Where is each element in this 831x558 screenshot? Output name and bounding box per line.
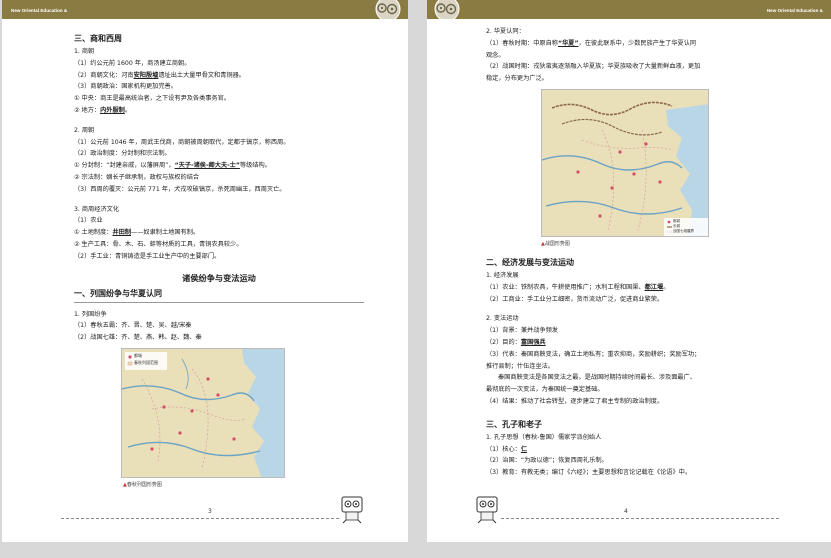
- shang-line-1: （1）约公元前 1600 年，商汤建立商朝。: [74, 59, 191, 67]
- disputes-title: 1. 列国纷争: [74, 310, 107, 318]
- shang-line-3: （3）商朝政治：国家机构更加完善。: [74, 83, 177, 91]
- zhou-line-2: （2）政治制度：分封制和宗法制。: [74, 150, 171, 158]
- page-4-text-top: 2. 华夏认同： （1）春秋时期：中原自称“华夏”，在彼此联系中，少数民族产生了…: [486, 26, 786, 85]
- map-legend-capital: 都城: [134, 353, 142, 358]
- header-bar: New Oriental Education & Technology Grou…: [2, 0, 408, 24]
- disputes-line-2: （2）战国七雄：齐、楚、燕、韩、赵、魏、秦: [74, 334, 202, 342]
- confucius-title: 1. 孔子思想（春秋-鲁国）儒家学派创始人: [486, 433, 602, 441]
- map-legend-borders: 战国七雄疆界: [673, 229, 694, 233]
- mascot-icon: [341, 496, 363, 524]
- econ-line-1: （1）农业：铁制农具，牛耕使用推广；水利工程和国渠、都江堰。: [486, 283, 670, 291]
- org-name-line2: Technology Group: [11, 18, 52, 24]
- huaxia-line-2: （2）战国时期：戎狄蛮夷逐渐融入华夏族；华夏族吸收了大量新鲜血液，更加: [486, 63, 701, 71]
- huaxia-title: 2. 华夏认同：: [486, 28, 525, 35]
- reform-line-3-cont: 推行县制；什伍连坐法。: [486, 362, 555, 370]
- org-name: New Oriental Education & Technology Grou…: [11, 2, 67, 30]
- zhou-title: 2. 周朝: [74, 126, 95, 134]
- section-title-disputes: 一、列国纷争与华夏认同: [74, 288, 162, 298]
- chapter-title: 诸侯纷争与变法运动: [182, 272, 256, 283]
- reform-line-1: （1）背景：兼并战争频发: [486, 327, 558, 335]
- reform-line-3: （3）代表：秦国商鞅变法，确立土地私有；重农抑商，奖励耕织；奖励军功；: [486, 350, 701, 358]
- section-title-confucius-laozi: 三、孔子和老子: [486, 419, 542, 429]
- confucius-line-2: （2）治国：“为政以德”；恢复西周礼乐制。: [486, 457, 608, 465]
- reform-title: 2. 变法运动: [486, 315, 519, 323]
- page-4-text-bottom: 二、经济发展与变法运动 1. 经济发展 （1）农业：铁制农具，牛耕使用推广；水利…: [486, 254, 796, 479]
- section-title-shang-zhou: 三、商和西周: [74, 34, 122, 43]
- economy-line-2: ① 土地制度：井田制——奴隶制土地国有制。: [74, 229, 200, 237]
- map-legend-states: 春秋列国范围: [134, 360, 158, 365]
- economy-line-4: （2）手工业：青铜铸造是手工业生产中的主要部门。: [74, 252, 221, 260]
- warring-states-map-drawing: [542, 90, 708, 236]
- org-name-line1: New Oriental Education &: [11, 7, 68, 13]
- page-3-text: 三、商和西周 1. 商朝 （1）约公元前 1600 年，商汤建立商朝。 （2）商…: [74, 30, 364, 344]
- econ-line-2: （2）工商业：手工业分工细密，货币流动广泛，促进商业繁荣。: [486, 295, 664, 303]
- shang-line-2: （2）商朝文化：河南安阳殷墟遗址出土大量甲骨文和青铜器。: [74, 71, 245, 79]
- page-3: New Oriental Education & Technology Grou…: [2, 0, 408, 542]
- reform-line-4-cont: 最彻底的一次变法，为秦国统一奠定基础。: [486, 386, 604, 394]
- zhou-line-5: （3）西周的覆灭：公元前 771 年，犬戎攻破镐京，杀死周幽王，西周灭亡。: [74, 185, 286, 193]
- huaxia-line-1-cont: 观念。: [486, 51, 505, 59]
- zhou-line-3: ① 分封制：“封建亲戚，以藩屏周”，“天子-诸侯-卿大夫-士”等级结构。: [74, 162, 271, 170]
- shang-line-5: ② 地方：内外服制。: [74, 106, 132, 114]
- warring-states-map: 都城 长城 战国七雄疆界: [541, 89, 709, 237]
- mascot-icon: [476, 496, 498, 524]
- spring-autumn-map: 都城 春秋列国范围: [121, 348, 285, 478]
- reform-line-2: （2）目的：富国强兵: [486, 338, 546, 346]
- shang-line-4: ① 中央：商王是最高统治者，之下设有尹及各类事务官。: [74, 95, 231, 103]
- header-bar: New Oriental Education & Technology Grou…: [427, 0, 831, 24]
- reform-line-5: （4）结果：推动了社会转型，逐步建立了君主专制的政治制度。: [486, 397, 664, 405]
- org-name-line2: Technology Group: [782, 18, 824, 24]
- page-4: New Oriental Education & Technology Grou…: [427, 0, 831, 542]
- zhou-line-4: ② 宗法制：嫡长子继承制，政权与族权的结合: [74, 173, 200, 181]
- footer-divider: [501, 518, 779, 519]
- zhou-line-1: （1）公元前 1046 年，周武王伐商，商朝被周朝取代，定都于镐京，称西周。: [74, 138, 290, 146]
- gears-logo-icon: [375, 0, 401, 19]
- reform-line-4: 秦国商鞅变法是各国变法之最，是战国时期持续时间最长、涉及面最广、: [498, 374, 696, 382]
- gears-logo-icon: [434, 0, 460, 19]
- section-divider: [74, 301, 364, 303]
- economy-line-1: （1）农业: [74, 217, 103, 225]
- map-caption: 春秋列国形势图: [123, 481, 162, 488]
- disputes-line-1: （1）春秋五霸：齐、晋、楚、吴、越/宋秦: [74, 322, 192, 330]
- section-title-economy: 二、经济发展与变法运动: [486, 258, 574, 267]
- economy-line-3: ② 生产工具：骨、木、石、蚌等材质的工具，青铜农具较少。: [74, 240, 243, 248]
- huaxia-line-2-cont: 稳定，分布更为广泛。: [486, 75, 548, 83]
- economy-title: 3. 商周经济文化: [74, 205, 119, 213]
- econ-title: 1. 经济发展: [486, 272, 519, 279]
- spring-autumn-map-drawing: [122, 349, 284, 477]
- confucius-line-3: （3）教育：有教无类；编订《六经》；主要思想和言论记载在《论语》中。: [486, 469, 692, 477]
- page-number: 4: [624, 508, 628, 515]
- footer-divider: [61, 518, 339, 519]
- page-number: 3: [208, 508, 212, 515]
- confucius-line-1: （1）核心：仁: [486, 445, 528, 453]
- org-name-line1: New Oriental Education &: [766, 7, 823, 13]
- shang-title: 1. 商朝: [74, 48, 95, 55]
- map-caption: 战国形势图: [541, 240, 570, 247]
- huaxia-line-1: （1）春秋时期：中原自称“华夏”，在彼此联系中，少数民族产生了华夏认同: [486, 39, 697, 47]
